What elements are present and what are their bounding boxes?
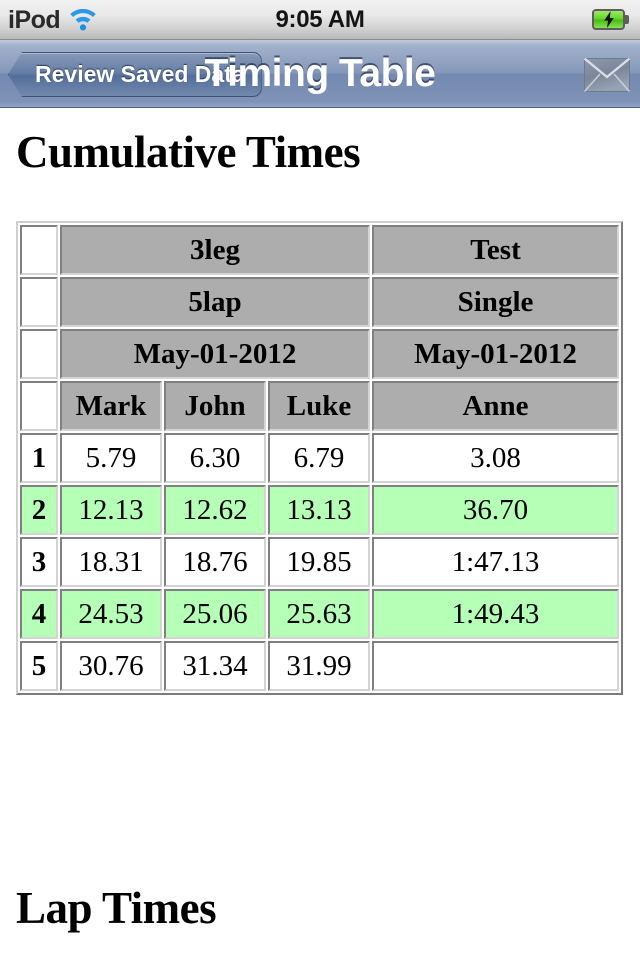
header-corner-cell: [20, 329, 58, 379]
status-bar: iPod 9:05 AM: [0, 0, 640, 40]
cell-mark: 30.76: [60, 641, 162, 691]
lap-times-heading: Lap Times: [16, 883, 217, 933]
navigation-bar: Review Saved Data Timing Table: [0, 40, 640, 108]
cell-mark: 12.13: [60, 485, 162, 535]
header-group-a-mode: 5lap: [60, 277, 370, 327]
row-number: 2: [20, 485, 58, 535]
status-bar-clock: 9:05 AM: [275, 6, 365, 33]
header-group-b-mode: Single: [372, 277, 619, 327]
cell-mark: 24.53: [60, 589, 162, 639]
cell-luke: 13.13: [268, 485, 370, 535]
mail-envelope-icon[interactable]: [583, 57, 631, 93]
row-number: 5: [20, 641, 58, 691]
table-row: 2 12.13 12.62 13.13 36.70: [20, 485, 619, 535]
table-header-row-mode: 5lap Single: [20, 277, 619, 327]
table-header-row-names: Mark John Luke Anne: [20, 381, 619, 431]
header-group-a-date: May-01-2012: [60, 329, 370, 379]
cell-anne: 1:47.13: [372, 537, 619, 587]
cell-luke: 19.85: [268, 537, 370, 587]
cell-mark: 18.31: [60, 537, 162, 587]
cell-john: 6.30: [164, 433, 266, 483]
row-number: 1: [20, 433, 58, 483]
cell-mark: 5.79: [60, 433, 162, 483]
header-group-a-event: 3leg: [60, 225, 370, 275]
cell-luke: 6.79: [268, 433, 370, 483]
table-header-row-date: May-01-2012 May-01-2012: [20, 329, 619, 379]
header-group-b-event: Test: [372, 225, 619, 275]
column-header-mark: Mark: [60, 381, 162, 431]
cell-anne: [372, 641, 619, 691]
page-title: Timing Table: [204, 52, 436, 95]
row-number: 4: [20, 589, 58, 639]
column-header-anne: Anne: [372, 381, 619, 431]
table-header-row-event: 3leg Test: [20, 225, 619, 275]
cumulative-times-heading: Cumulative Times: [16, 127, 361, 177]
cell-john: 31.34: [164, 641, 266, 691]
row-number: 3: [20, 537, 58, 587]
battery-charging-icon: [592, 9, 630, 30]
table-row: 1 5.79 6.30 6.79 3.08: [20, 433, 619, 483]
header-corner-cell: [20, 381, 58, 431]
cell-john: 18.76: [164, 537, 266, 587]
cumulative-times-table: 3leg Test 5lap Single May-01-2012 May-01…: [16, 221, 623, 695]
table-row: 5 30.76 31.34 31.99: [20, 641, 619, 691]
column-header-john: John: [164, 381, 266, 431]
column-header-luke: Luke: [268, 381, 370, 431]
cell-luke: 25.63: [268, 589, 370, 639]
cell-luke: 31.99: [268, 641, 370, 691]
header-corner-cell: [20, 225, 58, 275]
header-group-b-date: May-01-2012: [372, 329, 619, 379]
table-row: 3 18.31 18.76 19.85 1:47.13: [20, 537, 619, 587]
cell-john: 25.06: [164, 589, 266, 639]
cell-anne: 3.08: [372, 433, 619, 483]
main-content: Cumulative Times 3leg Test 5lap Single M…: [0, 108, 640, 959]
cell-anne: 1:49.43: [372, 589, 619, 639]
table-row: 4 24.53 25.06 25.63 1:49.43: [20, 589, 619, 639]
cell-anne: 36.70: [372, 485, 619, 535]
header-corner-cell: [20, 277, 58, 327]
cell-john: 12.62: [164, 485, 266, 535]
